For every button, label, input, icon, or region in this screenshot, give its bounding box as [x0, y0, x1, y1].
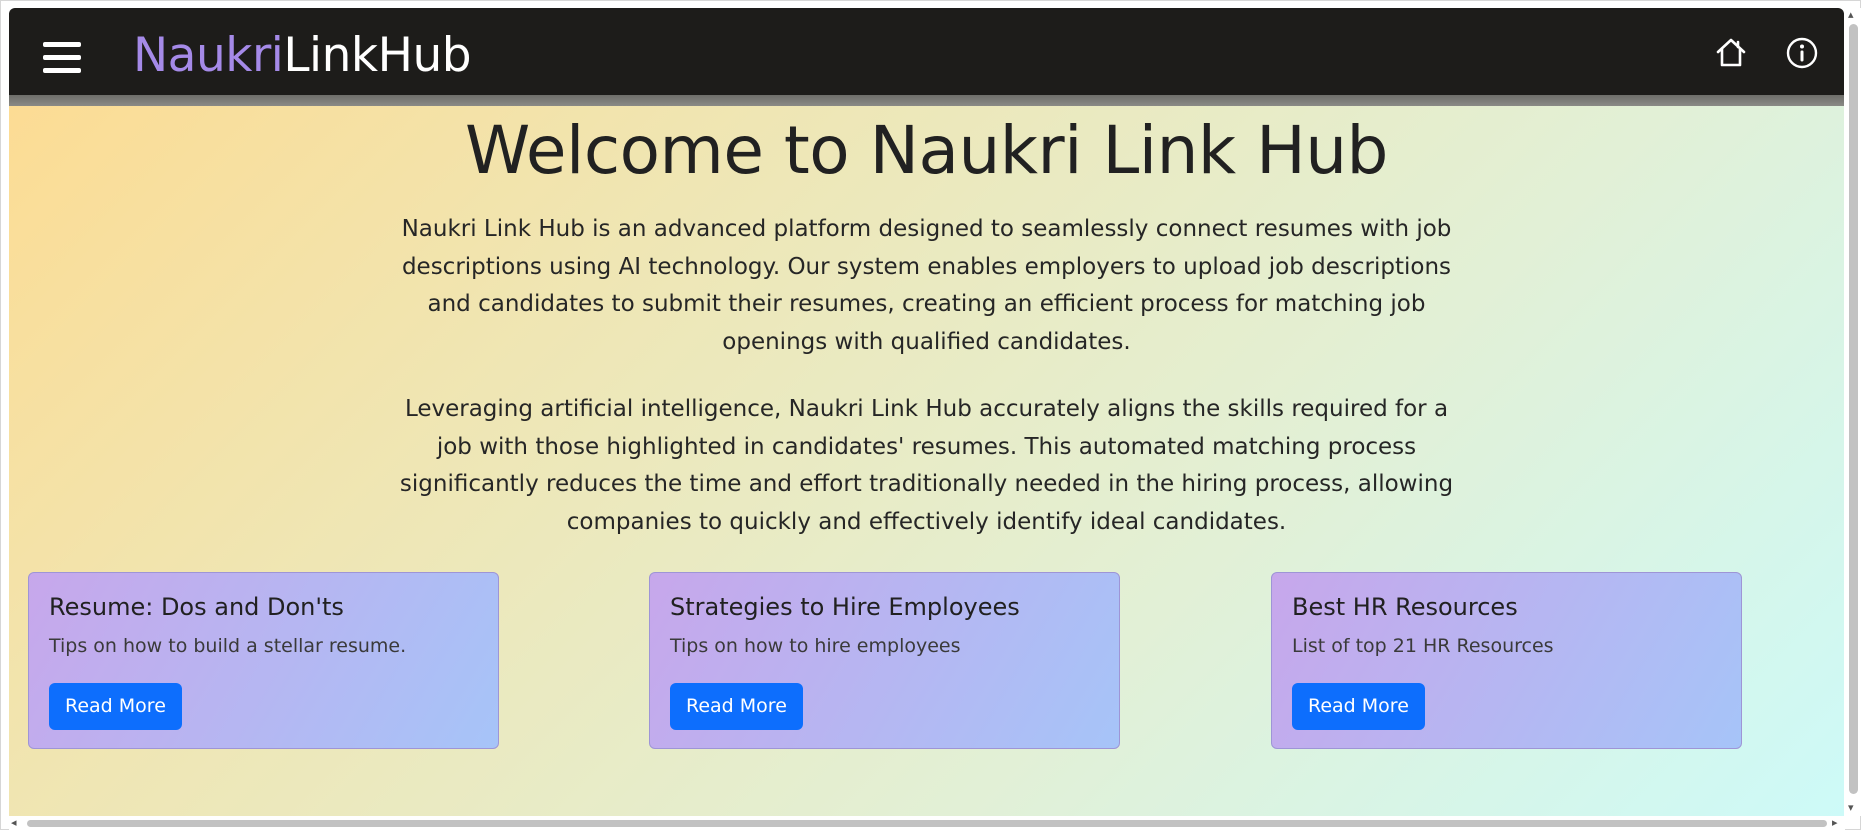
- scroll-up-icon[interactable]: ▴: [1848, 9, 1854, 21]
- card-title: Resume: Dos and Don'ts: [49, 593, 344, 621]
- card-hiring-strategies: Strategies to Hire Employees Tips on how…: [649, 572, 1120, 749]
- navbar-shadow-strip: [9, 95, 1844, 106]
- card-title: Strategies to Hire Employees: [670, 593, 1020, 621]
- hamburger-menu-icon[interactable]: [43, 40, 81, 74]
- main-content: Welcome to Naukri Link Hub Naukri Link H…: [9, 106, 1844, 816]
- browser-viewport: NaukriLinkHub Welcome to Naukri Link Hub…: [0, 0, 1861, 830]
- vertical-scrollbar[interactable]: ▴ ▾: [1845, 8, 1861, 816]
- page-title: Welcome to Naukri Link Hub: [465, 112, 1388, 189]
- horizontal-scroll-thumb[interactable]: [27, 820, 1827, 827]
- card-text: Tips on how to hire employees: [670, 635, 961, 657]
- read-more-button[interactable]: Read More: [49, 683, 182, 730]
- horizontal-scrollbar[interactable]: ◂ ▸: [9, 816, 1845, 830]
- read-more-button[interactable]: Read More: [1292, 683, 1425, 730]
- top-navbar: NaukriLinkHub: [9, 8, 1844, 95]
- brand-part-naukri: Naukri: [133, 28, 284, 83]
- ai-paragraph: Leveraging artificial intelligence, Nauk…: [399, 396, 1454, 535]
- scroll-right-icon[interactable]: ▸: [1832, 817, 1838, 829]
- read-more-button[interactable]: Read More: [670, 683, 803, 730]
- scroll-left-icon[interactable]: ◂: [11, 817, 17, 829]
- card-hr-resources: Best HR Resources List of top 21 HR Reso…: [1271, 572, 1742, 749]
- card-text: List of top 21 HR Resources: [1292, 635, 1554, 657]
- home-icon[interactable]: [1714, 36, 1748, 70]
- vertical-scroll-thumb[interactable]: [1849, 24, 1858, 794]
- info-icon[interactable]: [1785, 36, 1819, 70]
- brand-part-linkhub: LinkHub: [283, 28, 472, 83]
- intro-paragraph: Naukri Link Hub is an advanced platform …: [401, 216, 1452, 355]
- card-title: Best HR Resources: [1292, 593, 1518, 621]
- card-text: Tips on how to build a stellar resume.: [49, 635, 407, 657]
- card-resume-tips: Resume: Dos and Don'ts Tips on how to bu…: [28, 572, 499, 749]
- brand-logo[interactable]: NaukriLinkHub: [133, 26, 472, 86]
- scroll-down-icon[interactable]: ▾: [1848, 802, 1854, 814]
